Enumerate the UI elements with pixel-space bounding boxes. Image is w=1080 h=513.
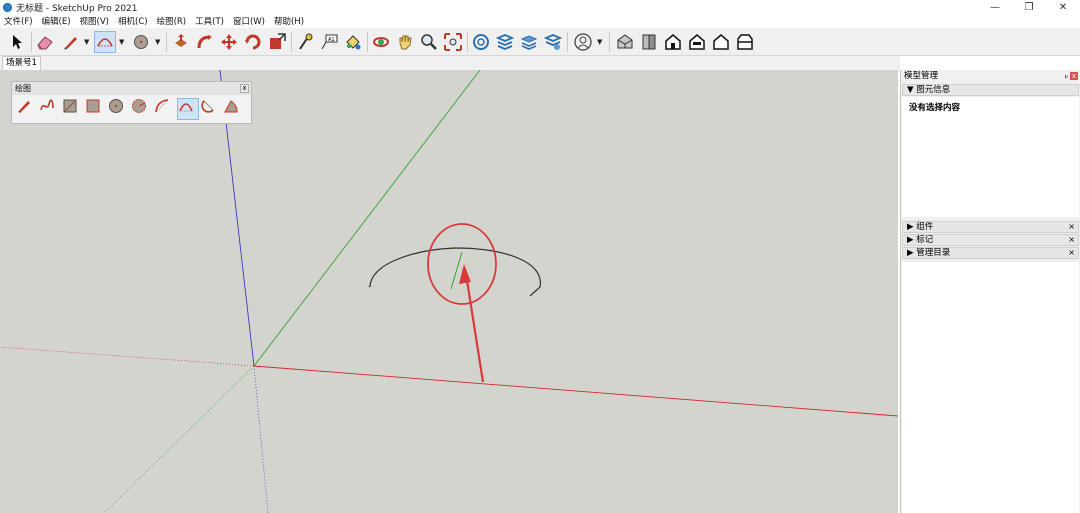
- tray-empty-area: [902, 262, 1079, 513]
- menu-file[interactable]: 文件(F): [4, 15, 33, 27]
- entity-info-panel-header[interactable]: ▼ 图元信息: [902, 84, 1079, 96]
- tray-title: 模型管理: [904, 71, 939, 81]
- circle-tool-icon[interactable]: [108, 98, 130, 120]
- layers-icon[interactable]: [518, 31, 540, 53]
- draw-toolbar-title-text: 绘图: [15, 84, 31, 93]
- manage-catalog-panel-header[interactable]: ▶ 管理目录 ×: [902, 247, 1079, 259]
- viewport-drawing: [0, 70, 898, 513]
- close-button[interactable]: ✕: [1046, 0, 1080, 14]
- select-arrow-icon[interactable]: [6, 31, 28, 53]
- scene-tab-1[interactable]: 场景号1: [2, 56, 41, 70]
- drawn-arc: [369, 247, 541, 297]
- arc-3point-tool-icon[interactable]: [200, 98, 222, 120]
- zoom-extents-icon[interactable]: [442, 31, 464, 53]
- push-pull-icon[interactable]: [170, 31, 192, 53]
- scene-tab-bar: 场景号1: [0, 56, 900, 70]
- front-view-icon[interactable]: [662, 31, 684, 53]
- pie-tool-icon[interactable]: [223, 98, 245, 120]
- manage-catalog-label: ▶ 管理目录: [907, 248, 951, 258]
- components-panel-header[interactable]: ▶ 组件 ×: [902, 221, 1079, 233]
- menu-draw[interactable]: 绘图(R): [157, 15, 187, 27]
- menu-view[interactable]: 视图(V): [80, 15, 109, 27]
- tray-pin-icon[interactable]: ᵖ: [1065, 71, 1068, 84]
- orbit-icon[interactable]: [370, 31, 392, 53]
- components-label: ▶ 组件: [907, 222, 934, 232]
- left-view-icon[interactable]: [734, 31, 756, 53]
- components-close-icon[interactable]: ×: [1068, 222, 1075, 232]
- draw-toolbar-close-button[interactable]: x: [240, 84, 249, 93]
- main-toolbar: ▼ ▼ ▼ A1 ▼: [0, 28, 1080, 56]
- annotation-arrow: [464, 273, 485, 383]
- sketchup-logo-icon: [3, 2, 12, 12]
- paint-bucket-icon[interactable]: [342, 31, 364, 53]
- entity-info-label: ▼ 图元信息: [907, 85, 951, 95]
- pan-hand-icon[interactable]: [394, 31, 416, 53]
- tags-label: ▶ 标记: [907, 235, 934, 245]
- user-dropdown-icon[interactable]: ▼: [597, 38, 602, 46]
- window-controls: — ❐ ✕: [978, 0, 1080, 14]
- maximize-button[interactable]: ❐: [1012, 0, 1046, 14]
- freehand-tool-icon[interactable]: [39, 98, 61, 120]
- pencil-icon[interactable]: [60, 31, 82, 53]
- menu-help[interactable]: 帮助(H): [274, 15, 304, 27]
- follow-me-icon[interactable]: [194, 31, 216, 53]
- polygon-tool-icon[interactable]: [131, 98, 153, 120]
- menu-tools[interactable]: 工具(T): [195, 15, 224, 27]
- draw-toolbar-title: 绘图 x: [12, 82, 251, 95]
- menu-bar: 文件(F) 编辑(E) 视图(V) 相机(C) 绘图(R) 工具(T) 窗口(W…: [0, 14, 1080, 28]
- manage-catalog-close-icon[interactable]: ×: [1068, 248, 1075, 258]
- annotation-circle: [427, 223, 497, 305]
- red-axis-negative: [0, 346, 255, 367]
- model-viewport[interactable]: 绘图 x: [0, 70, 898, 513]
- arc-2point-icon[interactable]: [94, 31, 116, 53]
- zoom-icon[interactable]: [418, 31, 440, 53]
- tray-header: 模型管理 ᵖ x: [901, 70, 1080, 83]
- arc-dropdown-icon[interactable]: ▼: [119, 38, 124, 46]
- menu-camera[interactable]: 相机(C): [118, 15, 148, 27]
- scale-icon[interactable]: [266, 31, 288, 53]
- draw-toolbar-panel: 绘图 x: [11, 81, 252, 124]
- eraser-icon[interactable]: [34, 31, 56, 53]
- pencil-dropdown-icon[interactable]: ▼: [84, 38, 89, 46]
- menu-edit[interactable]: 编辑(E): [42, 15, 71, 27]
- arc-2point-tool-icon[interactable]: [177, 98, 199, 120]
- tags-panel-header[interactable]: ▶ 标记 ×: [902, 234, 1079, 246]
- rectangle-tool-icon[interactable]: [62, 98, 84, 120]
- annotation-arrowhead: [459, 264, 471, 284]
- default-tray: 模型管理 ᵖ x ▼ 图元信息 没有选择内容 ▶ 组件 × ▶ 标记 × ▶ 管…: [900, 70, 1080, 513]
- svg-text:A1: A1: [328, 37, 335, 43]
- back-view-icon[interactable]: [710, 31, 732, 53]
- arc-tool-icon[interactable]: [154, 98, 176, 120]
- minimize-button[interactable]: —: [978, 0, 1012, 14]
- entity-info-content: 没有选择内容: [909, 103, 961, 113]
- tags-close-icon[interactable]: ×: [1068, 235, 1075, 245]
- iso-view-icon[interactable]: [614, 31, 636, 53]
- top-view-icon[interactable]: [638, 31, 660, 53]
- title-bar: 无标题 - SketchUp Pro 2021 — ❐ ✕: [0, 0, 1080, 14]
- red-axis: [253, 365, 898, 417]
- green-axis: [253, 70, 481, 367]
- rotated-rectangle-tool-icon[interactable]: [85, 98, 107, 120]
- window-title: 无标题 - SketchUp Pro 2021: [16, 3, 138, 14]
- circle-icon[interactable]: [130, 31, 152, 53]
- blue-axis-negative: [253, 365, 269, 513]
- extension-manager-icon[interactable]: [542, 31, 564, 53]
- menu-window[interactable]: 窗口(W): [233, 15, 265, 27]
- right-view-icon[interactable]: [686, 31, 708, 53]
- move-icon[interactable]: [218, 31, 240, 53]
- green-axis-negative: [103, 365, 255, 513]
- line-tool-icon[interactable]: [16, 98, 38, 120]
- text-label-icon[interactable]: A1: [318, 31, 340, 53]
- rotate-icon[interactable]: [242, 31, 264, 53]
- extension-warehouse-icon[interactable]: [494, 31, 516, 53]
- user-account-icon[interactable]: [572, 31, 594, 53]
- tape-measure-icon[interactable]: [294, 31, 316, 53]
- shape-dropdown-icon[interactable]: ▼: [155, 38, 160, 46]
- entity-info-body: 没有选择内容: [902, 97, 1079, 217]
- tray-close-button[interactable]: x: [1070, 72, 1078, 80]
- warehouse-icon[interactable]: [470, 31, 492, 53]
